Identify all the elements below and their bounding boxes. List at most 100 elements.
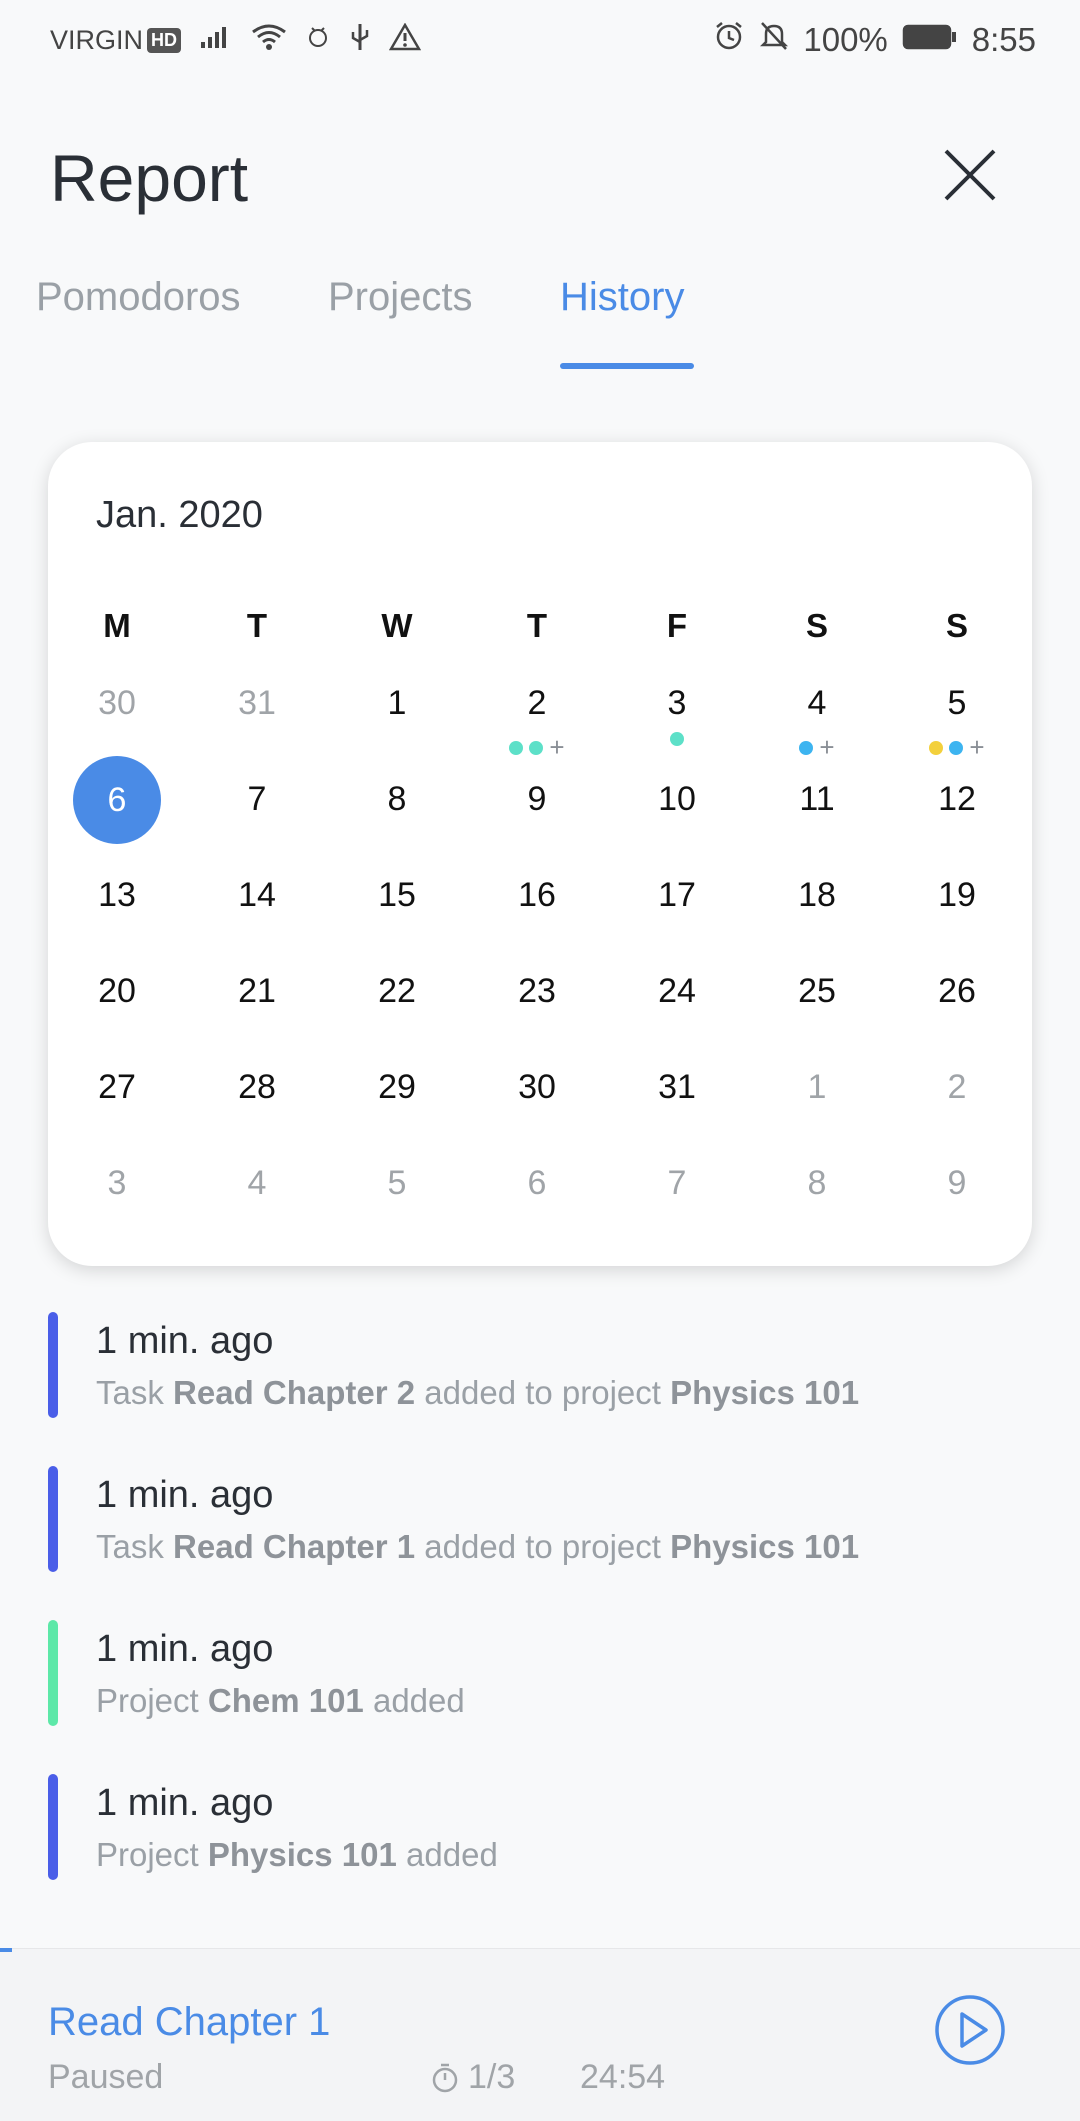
calendar-day[interactable]: 17 xyxy=(627,876,727,915)
activity-markers: + xyxy=(907,732,1007,763)
current-task-name[interactable]: Read Chapter 1 xyxy=(48,2000,330,2045)
calendar-day[interactable]: 4 xyxy=(767,684,867,723)
battery-icon xyxy=(902,21,958,59)
calendar-day-number: 25 xyxy=(798,972,836,1010)
calendar-day[interactable]: 3 xyxy=(67,1164,167,1203)
calendar-day[interactable]: 22 xyxy=(347,972,447,1011)
calendar-day[interactable]: 5 xyxy=(907,684,1007,723)
calendar-day[interactable]: 2 xyxy=(487,684,587,723)
history-entry[interactable]: 1 min. ago Task Read Chapter 2 added to p… xyxy=(48,1312,1048,1418)
calendar-day[interactable]: 13 xyxy=(67,876,167,915)
play-icon xyxy=(935,1995,1005,2065)
calendar-day[interactable]: 12 xyxy=(907,780,1007,819)
history-color-bar xyxy=(48,1466,58,1572)
activity-dot xyxy=(670,732,684,746)
calendar-day[interactable]: 7 xyxy=(627,1164,727,1203)
history-entity-name: Chem 101 xyxy=(207,1682,364,1719)
calendar-day[interactable]: 25 xyxy=(767,972,867,1011)
usb-icon xyxy=(349,22,371,59)
calendar-day-number: 20 xyxy=(98,972,136,1010)
calendar-day[interactable]: 1 xyxy=(767,1068,867,1107)
calendar-day-number: 17 xyxy=(658,876,696,914)
calendar-day-number: 19 xyxy=(938,876,976,914)
warning-icon xyxy=(388,22,422,58)
calendar-day-number: 10 xyxy=(658,780,696,818)
calendar-day[interactable]: 23 xyxy=(487,972,587,1011)
calendar-day[interactable]: 15 xyxy=(347,876,447,915)
calendar-day[interactable]: 19 xyxy=(907,876,1007,915)
history-color-bar xyxy=(48,1774,58,1880)
calendar-day-number: 18 xyxy=(798,876,836,914)
calendar-day-number: 30 xyxy=(518,1068,556,1106)
history-entity-name: Physics 101 xyxy=(670,1374,860,1411)
history-description: Task Read Chapter 1 added to project Phy… xyxy=(96,1528,859,1566)
calendar-day[interactable]: 8 xyxy=(347,780,447,819)
calendar-day[interactable]: 30 xyxy=(487,1068,587,1107)
calendar-day-number: 21 xyxy=(238,972,276,1010)
history-text: Task xyxy=(96,1374,174,1411)
calendar-day[interactable]: 2 xyxy=(907,1068,1007,1107)
wifi-icon xyxy=(251,23,287,58)
calendar-day-number: 24 xyxy=(658,972,696,1010)
activity-dot xyxy=(949,740,964,755)
calendar-day[interactable]: 6 xyxy=(487,1164,587,1203)
calendar-day-number: 15 xyxy=(378,876,416,914)
calendar-day[interactable]: 16 xyxy=(487,876,587,915)
calendar-day[interactable]: 21 xyxy=(207,972,307,1011)
calendar-day-number: 6 xyxy=(527,1164,547,1202)
calendar-day[interactable]: 9 xyxy=(907,1164,1007,1203)
history-time: 1 min. ago xyxy=(96,1628,274,1670)
calendar-day[interactable]: 30 xyxy=(67,684,167,723)
calendar-day[interactable]: 7 xyxy=(207,780,307,819)
history-entry[interactable]: 1 min. ago Project Chem 101 added xyxy=(48,1620,1048,1726)
history-description: Project Physics 101 added xyxy=(96,1836,498,1874)
calendar-day[interactable]: 5 xyxy=(347,1164,447,1203)
calendar-day[interactable]: 31 xyxy=(207,684,307,723)
calendar-day[interactable]: 10 xyxy=(627,780,727,819)
more-activity-plus: + xyxy=(819,732,835,762)
carrier-label: VIRGIN xyxy=(50,25,144,55)
calendar-day-selected[interactable]: 6 xyxy=(67,756,167,844)
calendar-day[interactable]: 1 xyxy=(347,684,447,723)
more-activity-plus: + xyxy=(969,732,985,762)
history-text: Project xyxy=(96,1836,208,1873)
history-time: 1 min. ago xyxy=(96,1474,274,1516)
status-bar: VIRGIN HD 100% 8:55 xyxy=(0,0,1080,82)
calendar-day-number: 27 xyxy=(98,1068,136,1106)
calendar-day[interactable]: 24 xyxy=(627,972,727,1011)
history-text: Task xyxy=(96,1528,174,1565)
calendar-card: Jan. 2020 MTWTFSS 30 31 1 2 +3 4 +5 +6 7 8 9 10 11 12… xyxy=(48,442,1032,1266)
calendar-day[interactable]: 20 xyxy=(67,972,167,1011)
tab-pomodoros[interactable]: Pomodoros xyxy=(36,275,241,320)
calendar-day[interactable]: 3 xyxy=(627,684,727,723)
history-entity-name: Read Chapter 1 xyxy=(173,1528,416,1565)
calendar-day[interactable]: 18 xyxy=(767,876,867,915)
calendar-day-number: 31 xyxy=(238,684,276,722)
tab-projects[interactable]: Projects xyxy=(328,275,473,320)
calendar-day[interactable]: 14 xyxy=(207,876,307,915)
calendar-day-number: 4 xyxy=(247,1164,267,1202)
calendar-day-number: 22 xyxy=(378,972,416,1010)
calendar-day-number: 16 xyxy=(518,876,556,914)
timer-remaining: 24:54 xyxy=(580,2058,666,2096)
activity-markers: + xyxy=(487,732,587,763)
calendar-day[interactable]: 26 xyxy=(907,972,1007,1011)
history-entry[interactable]: 1 min. ago Task Read Chapter 1 added to p… xyxy=(48,1466,1048,1572)
calendar-day[interactable]: 28 xyxy=(207,1068,307,1107)
history-entry[interactable]: 1 min. ago Project Physics 101 added xyxy=(48,1774,1048,1880)
play-button[interactable] xyxy=(934,1994,1006,2066)
calendar-day[interactable]: 31 xyxy=(627,1068,727,1107)
activity-markers xyxy=(627,732,727,746)
history-text: added xyxy=(363,1682,465,1719)
calendar-day[interactable]: 8 xyxy=(767,1164,867,1203)
calendar-day[interactable]: 27 xyxy=(67,1068,167,1107)
calendar-day[interactable]: 9 xyxy=(487,780,587,819)
calendar-day[interactable]: 4 xyxy=(207,1164,307,1203)
calendar-day[interactable]: 29 xyxy=(347,1068,447,1107)
timer-state: Paused xyxy=(48,2058,164,2096)
calendar-day[interactable]: 11 xyxy=(767,780,867,819)
calendar-day-number: 11 xyxy=(799,780,835,818)
hd-badge: HD xyxy=(147,28,182,53)
tab-history[interactable]: History xyxy=(560,275,684,320)
close-button[interactable] xyxy=(940,145,1000,205)
